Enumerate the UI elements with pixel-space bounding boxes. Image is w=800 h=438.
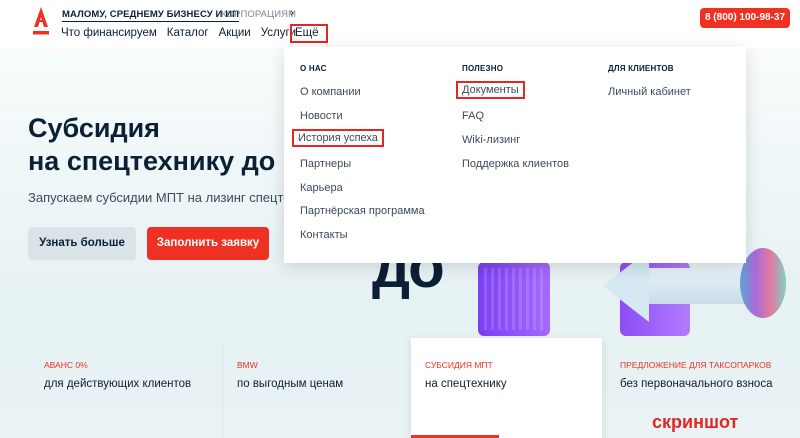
- feature-card-title: ПРЕДЛОЖЕНИЕ ДЛЯ ТАКСОПАРКОВ: [620, 360, 772, 370]
- segment-smb-link[interactable]: МАЛОМУ, СРЕДНЕМУ БИЗНЕСУ И ИП: [62, 9, 240, 22]
- feature-card-desc: для действующих клиентов: [44, 378, 192, 390]
- feature-card-desc: по выгодным ценам: [237, 378, 344, 390]
- menu-item-about[interactable]: О компании: [300, 86, 361, 98]
- feature-card-title: АВАНС 0%: [44, 360, 88, 370]
- menu-item-support[interactable]: Поддержка клиентов: [462, 158, 569, 170]
- menu-item-partner-program[interactable]: Партнёрская программа: [300, 205, 425, 217]
- dropdown-heading: О НАС: [300, 64, 327, 73]
- feature-card[interactable]: АВАНС 0% для действующих клиентов: [30, 342, 220, 438]
- hero-title-line1: Субсидия: [28, 113, 160, 143]
- nav-item-promos[interactable]: Акции: [219, 27, 251, 39]
- feature-card[interactable]: BMW по выгодным ценам: [222, 342, 412, 438]
- hero-art-ring: [740, 248, 786, 318]
- menu-item-news[interactable]: Новости: [300, 110, 343, 122]
- learn-more-button[interactable]: Узнать больше: [28, 227, 136, 260]
- hero-art-bar: [478, 262, 550, 336]
- alfa-logo-icon[interactable]: [30, 6, 52, 36]
- menu-item-success-stories[interactable]: История успеха: [292, 129, 384, 147]
- hero-title: Субсидия на спецтехнику до: [28, 112, 275, 178]
- header: МАЛОМУ, СРЕДНЕМУ БИЗНЕСУ И ИП КОРПОРАЦИЯ…: [0, 0, 800, 48]
- menu-item-partners[interactable]: Партнеры: [300, 158, 351, 170]
- hero-title-line2: на спецтехнику до: [28, 146, 276, 176]
- menu-item-documents[interactable]: Документы: [456, 81, 525, 99]
- menu-item-faq[interactable]: FAQ: [462, 110, 484, 122]
- menu-item-contacts[interactable]: Контакты: [300, 229, 348, 241]
- feature-card-desc: без первоначального взноса: [620, 378, 773, 390]
- main-nav: Что финансируем Каталог Акции Услуги: [61, 27, 306, 39]
- phone-button[interactable]: 8 (800) 100-98-37: [700, 8, 790, 28]
- dropdown-heading: ПОЛЕЗНО: [462, 64, 504, 73]
- menu-item-careers[interactable]: Карьера: [300, 182, 343, 194]
- chevron-right-icon: ›: [290, 7, 294, 19]
- feature-card-title: BMW: [237, 360, 258, 370]
- feature-card-active[interactable]: СУБСИДИЯ МПТ на спецтехнику: [411, 338, 602, 438]
- hero-subtitle: Запускаем субсидии МПТ на лизинг спецтех…: [28, 190, 312, 205]
- nav-item-more[interactable]: Ещё: [290, 24, 328, 43]
- watermark: скриншот: [652, 412, 739, 432]
- apply-button[interactable]: Заполнить заявку: [147, 227, 269, 260]
- nav-item-finance[interactable]: Что финансируем: [61, 27, 157, 39]
- menu-item-wiki[interactable]: Wiki-лизинг: [462, 134, 520, 146]
- more-dropdown-menu: О НАС О компании Новости История успеха …: [284, 47, 746, 263]
- segment-corp-link[interactable]: КОРПОРАЦИЯМ: [221, 9, 296, 20]
- menu-item-personal-account[interactable]: Личный кабинет: [608, 86, 691, 98]
- feature-card-desc: на спецтехнику: [425, 378, 507, 390]
- nav-item-catalog[interactable]: Каталог: [167, 27, 209, 39]
- feature-card-title: СУБСИДИЯ МПТ: [425, 360, 493, 370]
- dropdown-heading: ДЛЯ КЛИЕНТОВ: [608, 64, 674, 73]
